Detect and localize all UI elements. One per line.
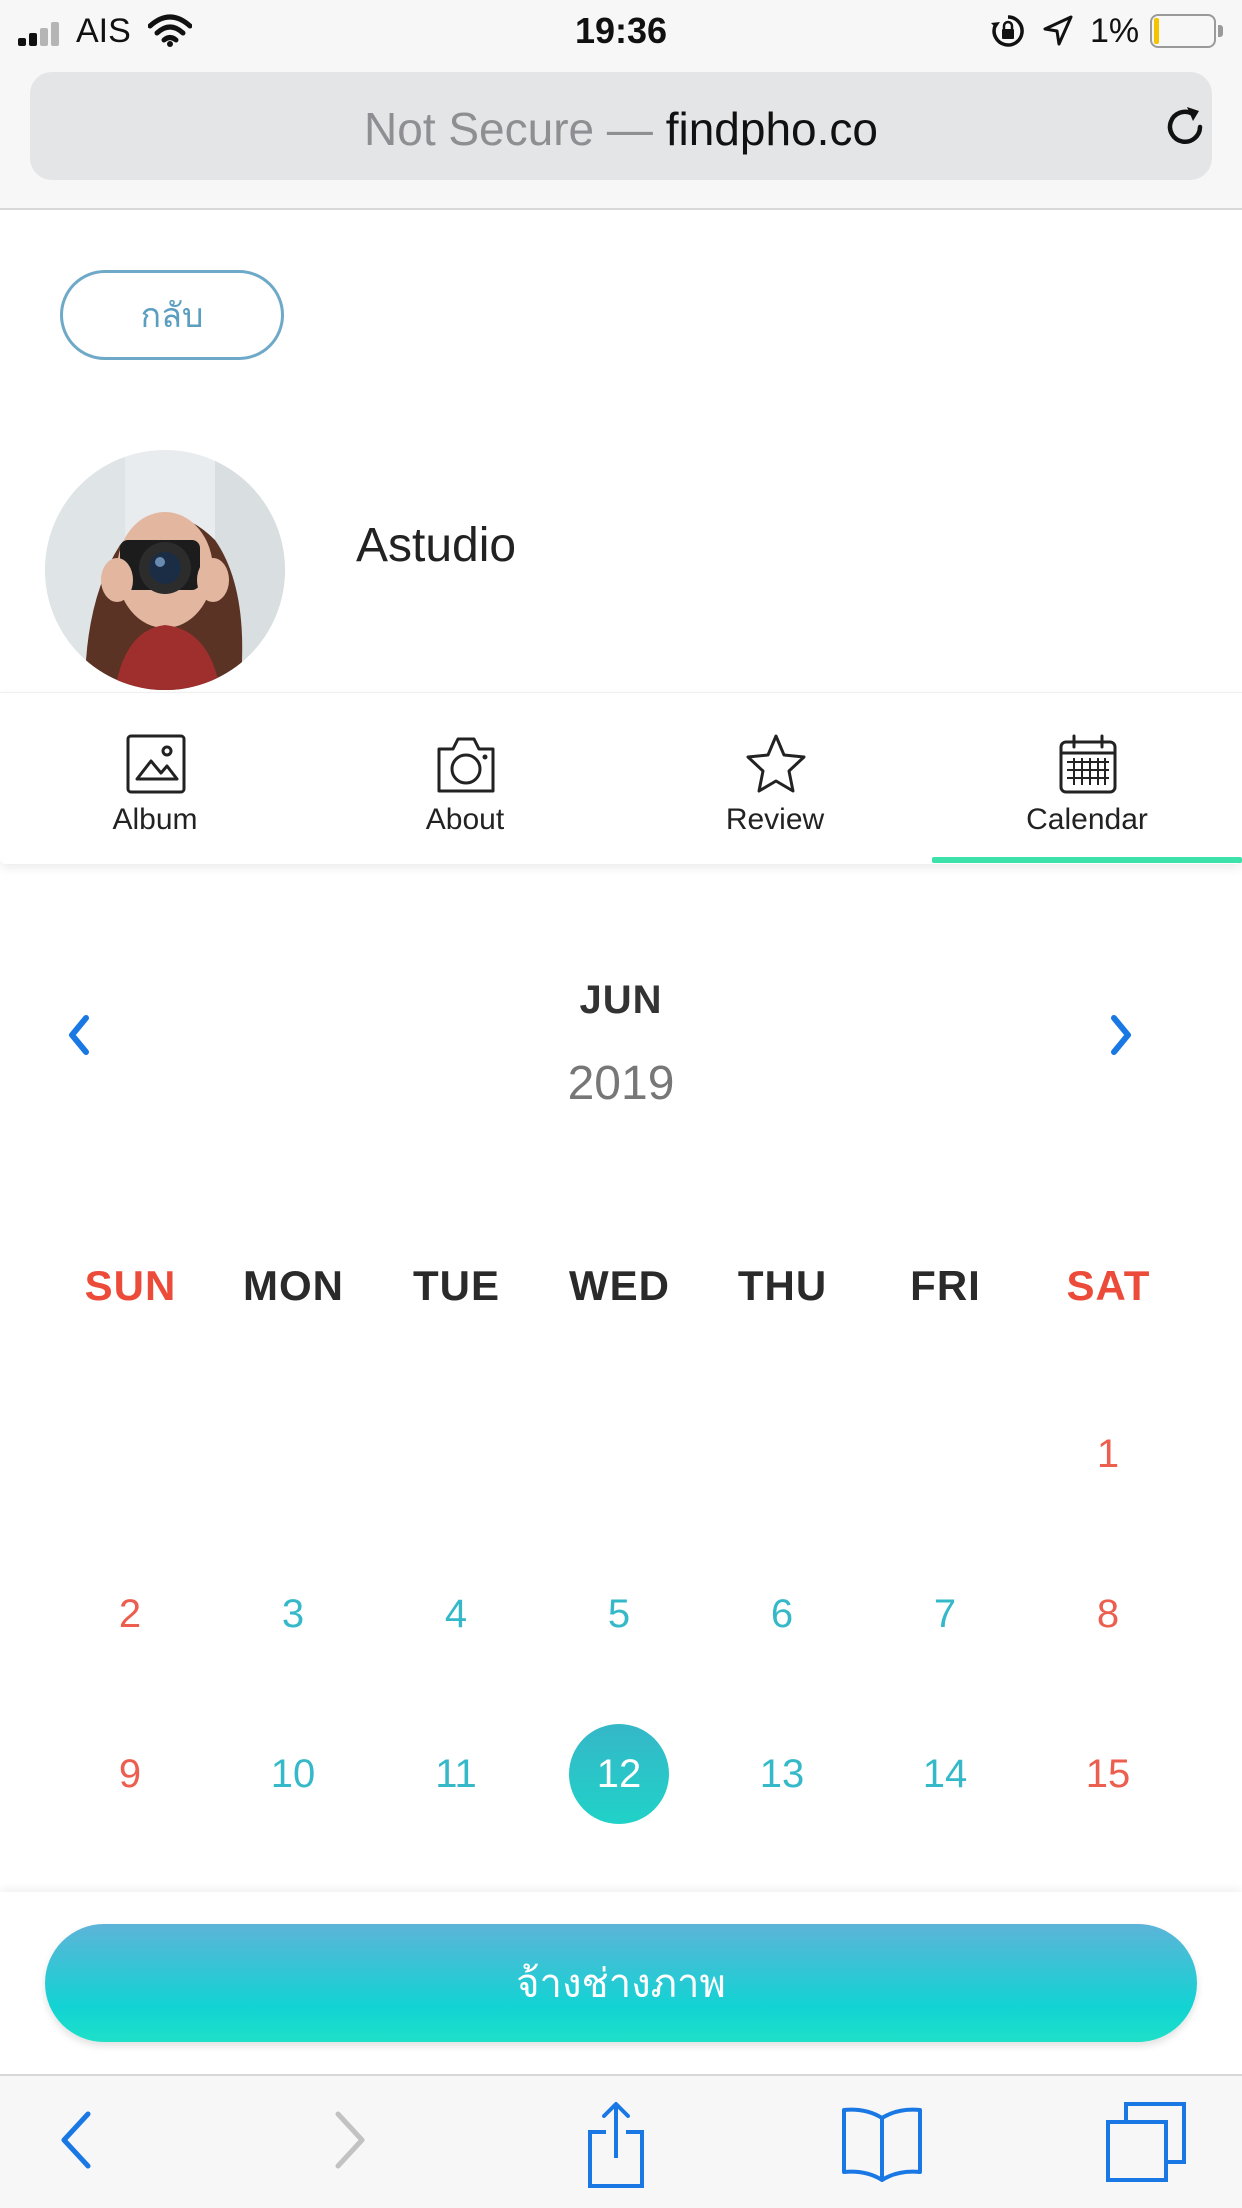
tab-about[interactable]: About [310, 693, 620, 865]
tab-album-label: Album [112, 803, 198, 836]
calendar-day[interactable]: 11 [406, 1724, 506, 1824]
profile-name: Astudio [356, 519, 517, 572]
calendar-day[interactable]: 5 [569, 1564, 669, 1664]
calendar-day[interactable]: 2 [80, 1564, 180, 1664]
weekday-header: SAT [1066, 1262, 1151, 1309]
url-bar[interactable]: Not Secure — findpho.co [30, 72, 1212, 180]
calendar-day[interactable]: 10 [243, 1724, 343, 1824]
camera-icon [437, 737, 495, 793]
calendar-day[interactable]: 1 [1058, 1404, 1158, 1504]
browser-toolbar [0, 2074, 1242, 2208]
battery-level-fill [1154, 18, 1159, 44]
forward-icon[interactable] [330, 2100, 370, 2180]
weekday-header: FRI [910, 1262, 981, 1309]
tab-album[interactable]: Album [0, 693, 310, 865]
status-bar: AIS 19:36 1% [0, 0, 1242, 60]
battery-icon [1150, 14, 1224, 48]
calendar-day[interactable]: 4 [406, 1564, 506, 1664]
reload-icon[interactable] [1162, 104, 1208, 150]
weekday-header: WED [569, 1262, 670, 1309]
profile-tab-bar: Album About Review Calendar [0, 692, 1242, 864]
calendar-day[interactable]: 8 [1058, 1564, 1158, 1664]
battery-percent: 1% [1090, 12, 1140, 50]
hire-photographer-button[interactable]: จ้างช่างภาพ [45, 1924, 1197, 2042]
calendar-day[interactable]: 14 [895, 1724, 995, 1824]
image-icon [126, 734, 186, 794]
url-text: Not Secure — findpho.co [30, 102, 1212, 156]
star-icon [746, 734, 806, 793]
calendar-day[interactable]: 7 [895, 1564, 995, 1664]
active-tab-indicator [932, 857, 1242, 863]
rotation-lock-icon [991, 15, 1024, 47]
share-icon[interactable] [584, 2100, 648, 2190]
calendar-month: JUN [579, 978, 663, 1022]
tab-calendar-label: Calendar [1026, 803, 1148, 836]
browser-address-area: Not Secure — findpho.co [0, 60, 1242, 210]
calendar-day[interactable]: 15 [1058, 1724, 1158, 1824]
location-icon [1043, 15, 1073, 46]
tabs-icon[interactable] [1104, 2100, 1188, 2184]
calendar-year: 2019 [567, 1057, 675, 1110]
next-month-chevron-icon[interactable] [1100, 1010, 1140, 1060]
weekday-header: SUN [84, 1262, 177, 1309]
calendar-day[interactable]: 13 [732, 1724, 832, 1824]
calendar-day[interactable]: 9 [80, 1724, 180, 1824]
calendar-day[interactable]: 3 [243, 1564, 343, 1664]
bookmarks-icon[interactable] [840, 2100, 924, 2184]
tab-review-label: Review [725, 803, 825, 836]
avatar [45, 450, 285, 690]
calendar-icon [1059, 734, 1117, 794]
bottom-action-area: จ้างช่างภาพ [0, 1892, 1242, 2074]
weekday-header: TUE [413, 1262, 500, 1309]
security-label: Not Secure — [364, 103, 653, 155]
back-button[interactable]: กลับ [60, 270, 284, 360]
weekday-header: THU [737, 1262, 828, 1309]
domain-label: findpho.co [665, 103, 878, 155]
weekday-header: MON [243, 1262, 344, 1309]
tab-review[interactable]: Review [620, 693, 930, 865]
calendar-day[interactable]: 6 [732, 1564, 832, 1664]
tab-about-label: About [425, 803, 505, 836]
back-icon[interactable] [56, 2100, 96, 2180]
tab-calendar[interactable]: Calendar [932, 693, 1242, 865]
calendar-day-selected[interactable]: 12 [569, 1724, 669, 1824]
